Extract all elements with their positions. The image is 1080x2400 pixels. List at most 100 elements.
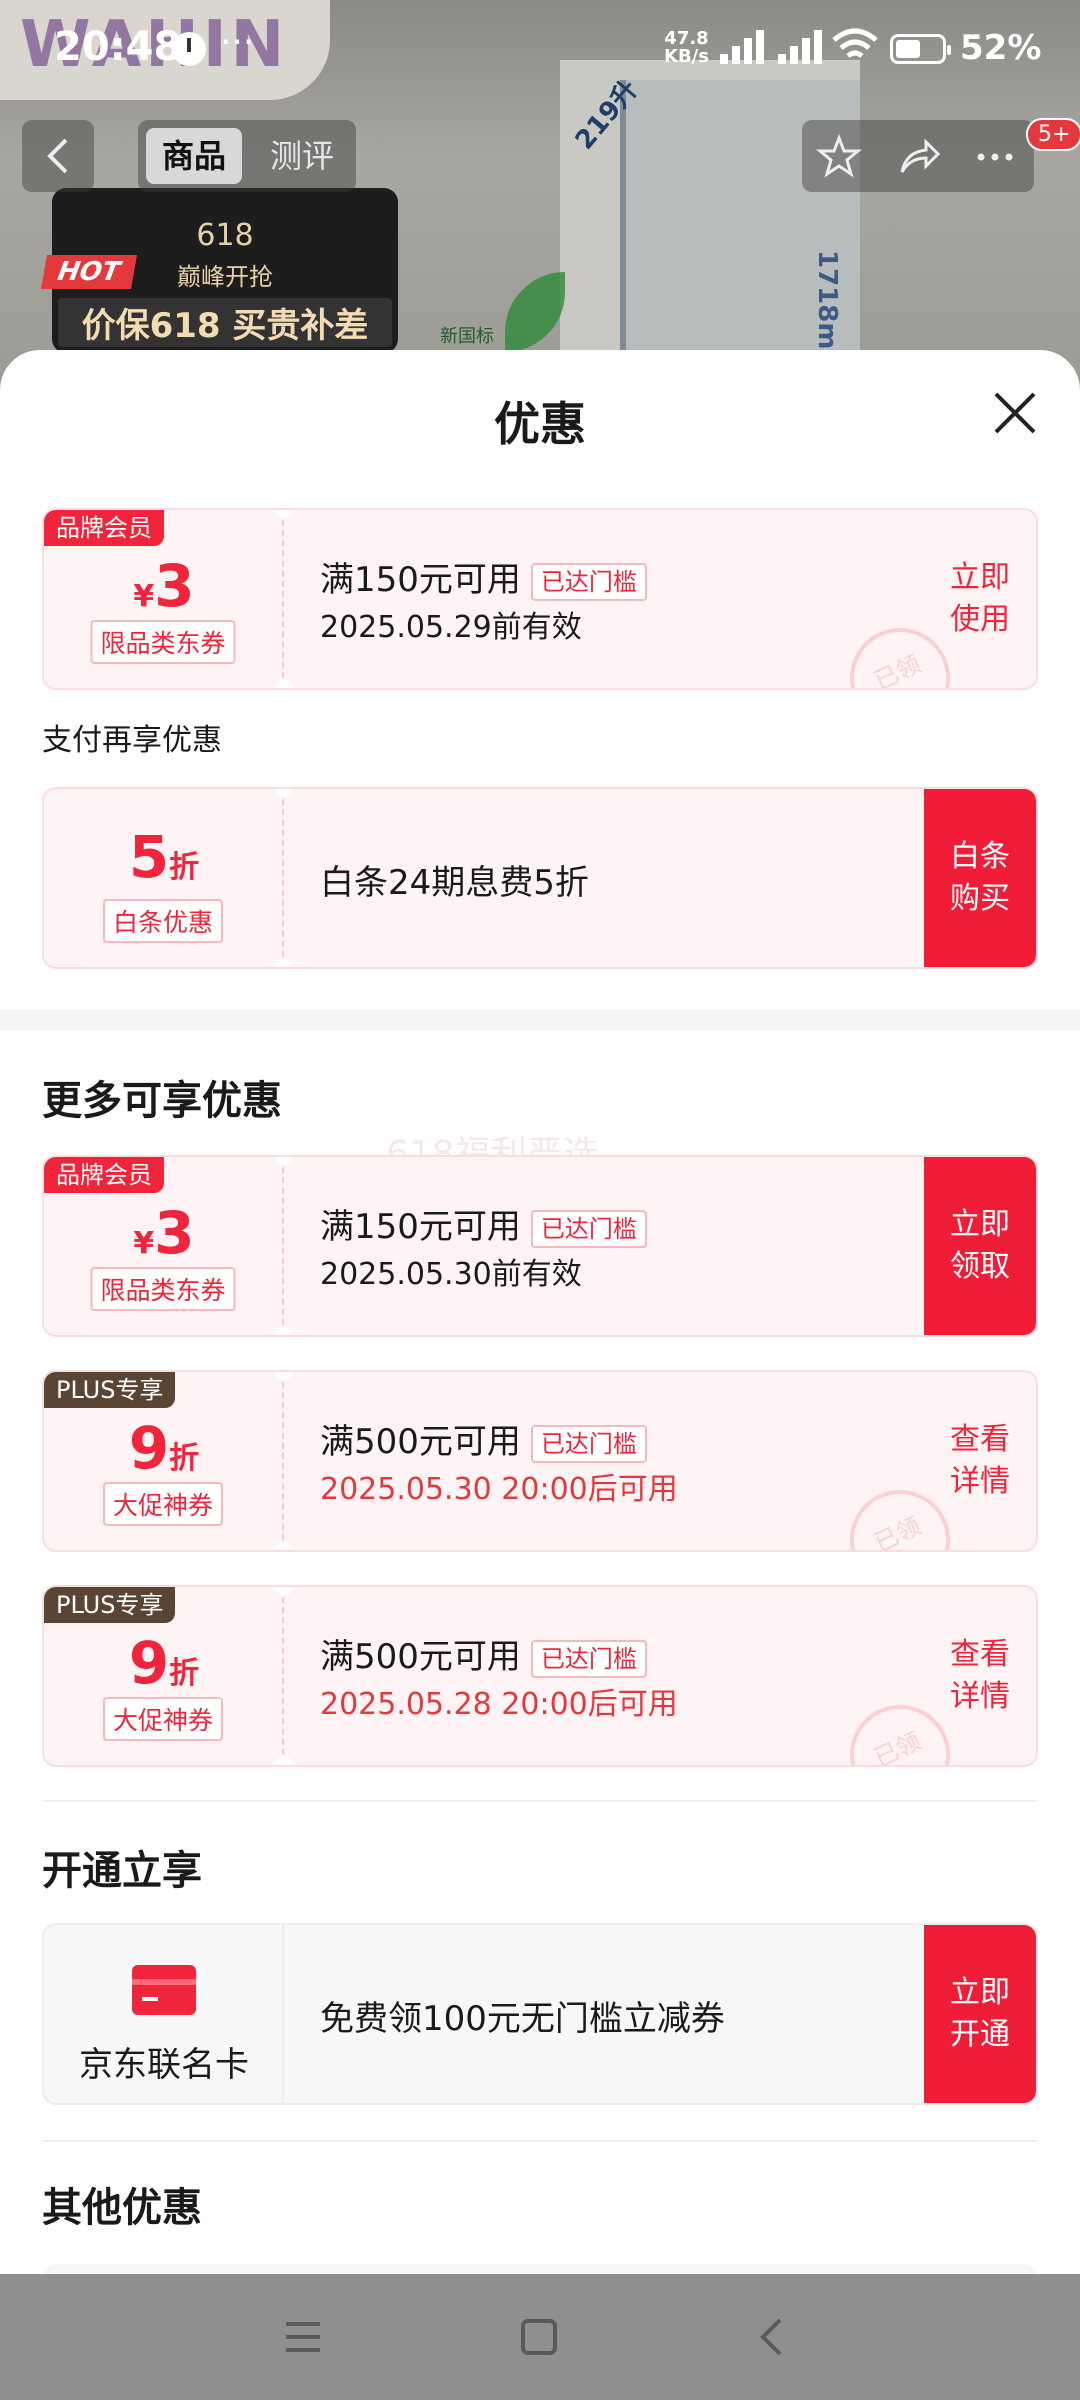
section-divider (42, 1800, 1038, 1802)
battery-percent: 52% (960, 28, 1042, 68)
cobrand-card-offer: 京东联名卡 免费领100元无门槛立减券 立即 开通 (42, 1923, 1038, 2105)
status-bar: 20:48 ··· 47.8 KB/s 52% (0, 0, 1080, 100)
star-icon[interactable] (816, 134, 862, 180)
system-nav-bar (0, 2274, 1080, 2400)
threshold-reached-badge: 已达门槛 (530, 1639, 647, 1678)
back-button[interactable] (22, 120, 94, 192)
coupon-type: 白条优惠 (102, 899, 224, 943)
net-speed: 47.8 KB/s (664, 30, 709, 66)
baitiao-offer-card: 5折 白条优惠 白条24期息费5折 白条 购买 (42, 787, 1038, 969)
status-more: ··· (220, 22, 255, 63)
view-details-button[interactable]: 查看 详情 (924, 1587, 1036, 1765)
cobrand-offer-text: 免费领100元无门槛立减券 (320, 1999, 725, 2039)
tab-review[interactable]: 测评 (254, 128, 350, 184)
threshold-reached-badge: 已达门槛 (530, 1209, 647, 1248)
coupon-amount: 9折 (44, 1414, 284, 1482)
pay-offers-label: 支付再享优惠 (42, 723, 222, 758)
more-offers-heading: 更多可享优惠 (42, 1078, 282, 1124)
coupon-card: PLUS专享 9折 大促神券 满500元可用 已达门槛 2025.05.28 20… (42, 1585, 1038, 1767)
close-icon[interactable] (990, 388, 1040, 438)
more-icon[interactable] (972, 134, 1018, 180)
coupon-condition: 满500元可用 已达门槛 (320, 1629, 647, 1678)
tab-product[interactable]: 商品 (146, 128, 243, 184)
coupon-validity: 2025.05.30 20:00后可用 (320, 1472, 678, 1507)
coupon-validity: 2025.05.28 20:00后可用 (320, 1687, 678, 1722)
coupon-type: 大促神券 (102, 1482, 224, 1526)
hot-tag: HOT (41, 255, 137, 289)
new-standard-label: 新国标 (440, 326, 494, 347)
cobrand-card-name: 京东联名卡 (79, 2045, 249, 2085)
sheet-title: 优惠 (494, 397, 586, 451)
threshold-reached-badge: 已达门槛 (530, 562, 647, 601)
coupon-type: 限品类东券 (90, 620, 236, 664)
back-arrow-icon (47, 138, 68, 174)
coupon-tag: 品牌会员 (44, 510, 164, 546)
coupon-condition-text: 满150元可用 (320, 560, 521, 600)
share-icon[interactable] (896, 134, 942, 180)
open-offers-heading: 开通立享 (42, 1848, 202, 1894)
product-actions (802, 120, 1034, 192)
wifi-icon (832, 28, 878, 58)
status-time: 20:48 (54, 24, 182, 70)
leaf-icon (505, 272, 565, 352)
signal-icon (778, 30, 830, 64)
offers-sheet: 优惠 618福利严选 品牌会员 ¥3 限品类东券 满150元可用已达门槛 202… (0, 350, 1080, 2275)
signal-icon (720, 30, 772, 64)
coupon-condition: 白条24期息费5折 (320, 863, 589, 903)
plus-tag: PLUS专享 (44, 1372, 176, 1408)
amount-unit: 折 (169, 850, 200, 885)
coupon-value-area: PLUS专享 9折 大促神券 (44, 1587, 284, 1765)
coupon-amount: ¥3 (44, 552, 284, 620)
battery-icon (890, 34, 951, 64)
promo-badge-618: 618 (196, 218, 254, 253)
currency-symbol: ¥ (133, 579, 155, 614)
coupon-condition: 满500元可用 已达门槛 (320, 1414, 647, 1463)
coupon-amount: 9折 (44, 1629, 284, 1697)
coupon-card: PLUS专享 9折 大促神券 满500元可用 已达门槛 2025.05.30 20… (42, 1370, 1038, 1552)
coupon-type: 大促神券 (102, 1697, 224, 1741)
coupon-value-area: 品牌会员 ¥3 限品类东券 (44, 510, 284, 688)
credit-card-icon (132, 1965, 196, 2015)
claim-now-button[interactable]: 立即 领取 (924, 1157, 1036, 1335)
coupon-value-area: 品牌会员 ¥3 限品类东券 (44, 1157, 284, 1335)
clock-icon (172, 32, 206, 66)
amount-value: 5 (128, 823, 170, 891)
open-now-button[interactable]: 立即 开通 (924, 1925, 1036, 2103)
coupon-value-area: 5折 白条优惠 (44, 789, 284, 967)
coupon-card: 品牌会员 ¥3 限品类东券 满150元可用 已达门槛 2025.05.30前有效 … (42, 1155, 1038, 1337)
coupon-card: 品牌会员 ¥3 限品类东券 满150元可用 已达门槛 2025.05.29前有效 … (42, 508, 1038, 690)
plus-tag: PLUS专享 (44, 1587, 176, 1623)
amount-value: 9 (128, 1414, 170, 1482)
coupon-amount: ¥3 (44, 1199, 284, 1267)
baitiao-buy-button[interactable]: 白条 购买 (924, 789, 1036, 967)
currency-symbol: ¥ (133, 1226, 155, 1261)
coupon-condition-text: 满150元可用 (320, 1207, 521, 1247)
coupon-condition: 满150元可用 已达门槛 (320, 1199, 647, 1248)
message-badge: 5+ (1026, 118, 1080, 151)
menu-icon[interactable] (278, 2312, 328, 2362)
coupon-tag: 品牌会员 (44, 1157, 164, 1193)
coupon-condition-text: 满500元可用 (320, 1422, 521, 1462)
coupon-condition: 满150元可用 已达门槛 (320, 552, 647, 601)
view-details-button[interactable]: 查看 详情 (924, 1372, 1036, 1550)
home-icon[interactable] (514, 2312, 564, 2362)
amount-unit: 折 (169, 1441, 200, 1476)
back-icon[interactable] (748, 2312, 798, 2362)
net-speed-unit: KB/s (664, 46, 709, 67)
coupon-value-area: PLUS专享 9折 大促神券 (44, 1372, 284, 1550)
coupon-amount: 5折 (44, 823, 284, 891)
coupon-validity: 2025.05.30前有效 (320, 1257, 582, 1292)
cobrand-card-area: 京东联名卡 (44, 1925, 284, 2103)
amount-value: 3 (154, 552, 195, 620)
product-tabs: 商品 测评 (138, 120, 356, 192)
threshold-reached-badge: 已达门槛 (530, 1424, 647, 1463)
coupon-validity: 2025.05.29前有效 (320, 610, 582, 645)
other-offers-heading: 其他优惠 (42, 2185, 202, 2231)
use-now-button[interactable]: 立即 使用 (924, 510, 1036, 688)
promo-badge-line2: 价保618 买贵补差 (58, 298, 392, 347)
amount-unit: 折 (169, 1656, 200, 1691)
coupon-type: 限品类东券 (90, 1267, 236, 1311)
amount-value: 9 (128, 1629, 170, 1697)
coupon-condition-text: 满500元可用 (320, 1637, 521, 1677)
amount-value: 3 (154, 1199, 195, 1267)
